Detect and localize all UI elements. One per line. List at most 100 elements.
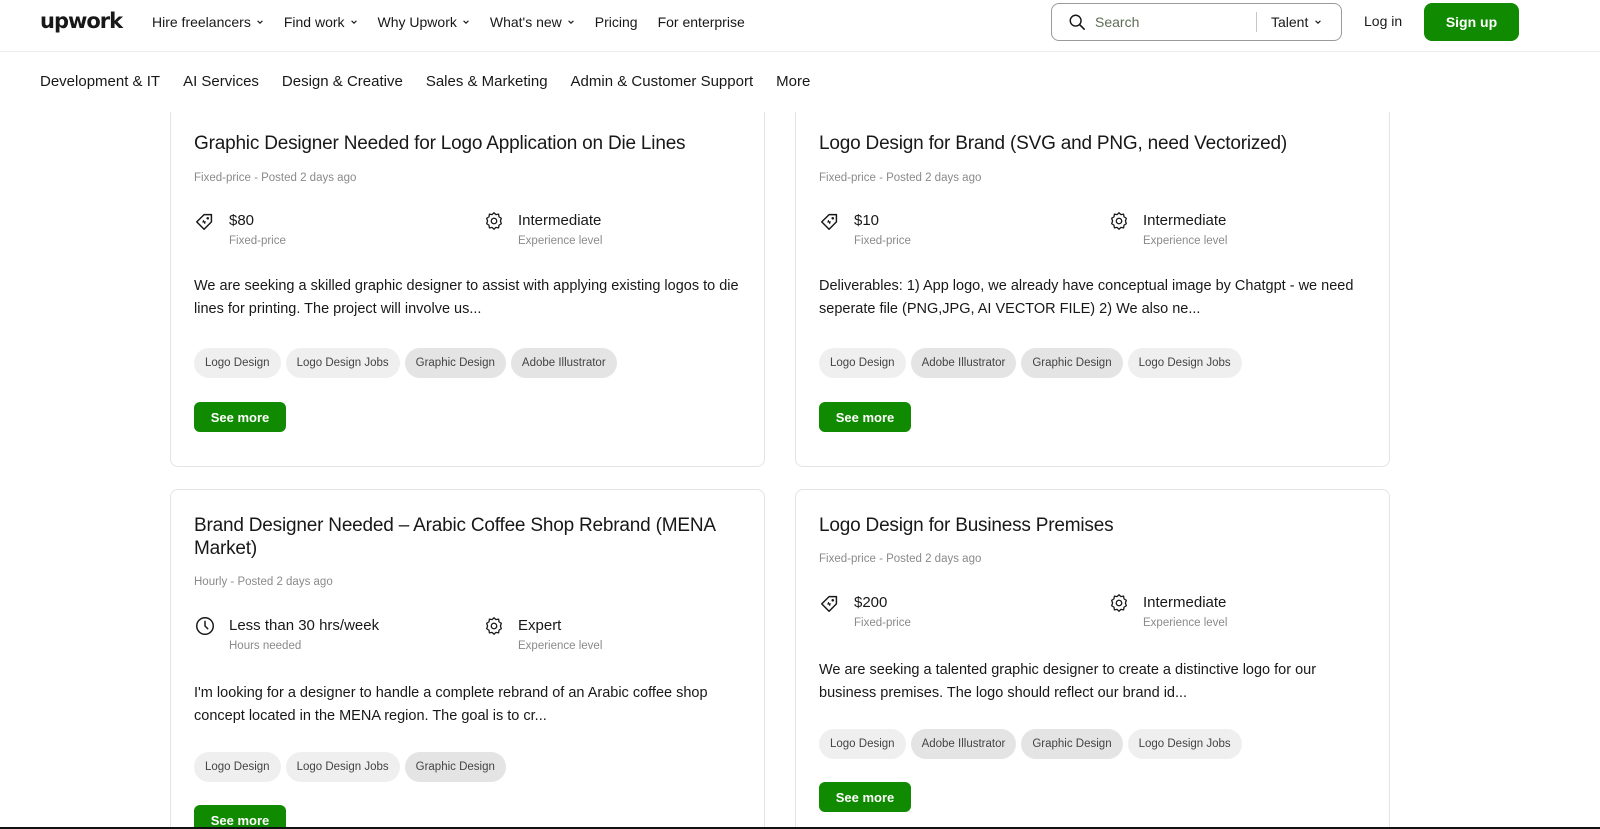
nav-for-enterprise[interactable]: For enterprise: [658, 14, 745, 30]
job-budget: $80 Fixed-price: [194, 212, 286, 247]
experience-level-icon: [1111, 594, 1127, 612]
nav-why-upwork[interactable]: Why Upwork: [378, 14, 470, 30]
see-more-button[interactable]: See more: [194, 402, 286, 432]
budget-label: Fixed-price: [854, 235, 911, 247]
budget-value: $80: [229, 212, 255, 229]
upwork-logo[interactable]: upwork: [40, 9, 123, 33]
skill-tag[interactable]: Logo Design: [819, 348, 906, 378]
job-experience: Intermediate Experience level: [1108, 594, 1227, 629]
category-ai-services[interactable]: AI Services: [183, 73, 259, 90]
job-posted: Fixed-price - Posted 2 days ago: [194, 172, 357, 184]
job-card[interactable]: Logo Design for Business Premises Fixed-…: [795, 489, 1390, 829]
experience-label: Experience level: [1143, 235, 1228, 247]
experience-value: Intermediate: [1143, 212, 1227, 229]
experience-value: Expert: [518, 617, 562, 634]
skill-tag[interactable]: Adobe Illustrator: [910, 729, 1017, 759]
signup-button[interactable]: Sign up: [1424, 3, 1519, 41]
experience-level-icon: [1111, 212, 1127, 230]
see-more-button[interactable]: See more: [819, 402, 911, 432]
search-input[interactable]: [1095, 14, 1255, 30]
experience-value: Intermediate: [1143, 594, 1227, 611]
skill-tags: Logo Design Adobe Illustrator Graphic De…: [819, 729, 1242, 759]
skill-tags: Logo Design Logo Design Jobs Graphic Des…: [194, 348, 617, 378]
hours-label: Hours needed: [229, 640, 302, 652]
nav-find-work[interactable]: Find work: [284, 14, 358, 30]
nav-label: Find work: [283, 14, 345, 30]
nav-label: Pricing: [594, 14, 638, 30]
search-divider: [1256, 12, 1257, 32]
login-link[interactable]: Log in: [1364, 13, 1402, 29]
category-admin-support[interactable]: Admin & Customer Support: [571, 73, 754, 90]
skill-tag[interactable]: Adobe Illustrator: [910, 348, 1017, 378]
job-description: We are seeking a skilled graphic designe…: [194, 278, 739, 317]
see-more-button[interactable]: See more: [194, 805, 286, 829]
nav-pricing[interactable]: Pricing: [595, 14, 638, 30]
see-more-button[interactable]: See more: [819, 782, 911, 812]
job-experience: Intermediate Experience level: [1108, 212, 1227, 247]
experience-label: Experience level: [518, 640, 603, 652]
price-tag-icon: [196, 213, 213, 230]
search-bar: Talent: [1051, 3, 1342, 41]
category-development-it[interactable]: Development & IT: [40, 73, 160, 90]
skill-tag[interactable]: Logo Design: [819, 729, 906, 759]
skill-tag[interactable]: Logo Design: [194, 348, 281, 378]
skill-tag[interactable]: Logo Design Jobs: [285, 348, 400, 378]
experience-level-icon: [486, 617, 502, 635]
category-design-creative[interactable]: Design & Creative: [282, 73, 403, 90]
chevron-down-icon: [568, 20, 574, 24]
skill-tag[interactable]: Adobe Illustrator: [510, 348, 617, 378]
skill-tag[interactable]: Graphic Design: [404, 348, 506, 378]
job-experience: Expert Experience level: [483, 617, 602, 652]
job-title[interactable]: Logo Design for Brand (SVG and PNG, need…: [819, 132, 1364, 155]
job-title[interactable]: Graphic Designer Needed for Logo Applica…: [194, 132, 739, 155]
budget-value: $200: [854, 594, 888, 611]
budget-label: Fixed-price: [229, 235, 286, 247]
job-description: Deliverables: 1) App logo, we already ha…: [819, 278, 1354, 317]
job-card[interactable]: Graphic Designer Needed for Logo Applica…: [170, 100, 765, 467]
hours-value: Less than 30 hrs/week: [229, 617, 380, 634]
job-card[interactable]: Logo Design for Brand (SVG and PNG, need…: [795, 100, 1390, 467]
chevron-down-icon: [257, 20, 263, 24]
skill-tag[interactable]: Graphic Design: [1021, 348, 1123, 378]
job-posted: Hourly - Posted 2 days ago: [194, 576, 333, 588]
price-tag-icon: [821, 213, 838, 230]
job-posted: Fixed-price - Posted 2 days ago: [819, 553, 982, 565]
skill-tags: Logo Design Logo Design Jobs Graphic Des…: [194, 752, 506, 782]
search-scope-dropdown[interactable]: Talent: [1271, 14, 1322, 30]
job-budget: $10 Fixed-price: [819, 212, 911, 247]
nav-hire-freelancers[interactable]: Hire freelancers: [152, 14, 264, 30]
top-header: upwork Hire freelancers Find work Why Up…: [0, 0, 1600, 52]
price-tag-icon: [821, 595, 838, 612]
experience-value: Intermediate: [518, 212, 602, 229]
job-title[interactable]: Logo Design for Business Premises: [819, 514, 1364, 537]
skill-tag[interactable]: Graphic Design: [404, 752, 506, 782]
skill-tag[interactable]: Logo Design Jobs: [1127, 348, 1242, 378]
nav-whats-new[interactable]: What's new: [490, 14, 575, 30]
nav-label: Why Upwork: [377, 14, 457, 30]
skill-tag[interactable]: Graphic Design: [1021, 729, 1123, 759]
job-description: We are seeking a talented graphic design…: [819, 662, 1317, 701]
budget-value: $10: [854, 212, 880, 229]
experience-label: Experience level: [518, 235, 603, 247]
job-card[interactable]: Brand Designer Needed – Arabic Coffee Sh…: [170, 489, 765, 829]
skill-tag[interactable]: Logo Design: [194, 752, 281, 782]
job-experience: Intermediate Experience level: [483, 212, 602, 247]
search-scope-label: Talent: [1271, 14, 1309, 30]
job-title[interactable]: Brand Designer Needed – Arabic Coffee Sh…: [194, 514, 739, 560]
nav-label: What's new: [489, 14, 562, 30]
search-icon[interactable]: [1068, 13, 1086, 31]
category-more[interactable]: More: [776, 73, 810, 90]
category-sales-marketing[interactable]: Sales & Marketing: [426, 73, 548, 90]
job-description: I'm looking for a designer to handle a c…: [194, 685, 708, 724]
chevron-down-icon: [1315, 20, 1322, 24]
nav-label: For enterprise: [657, 14, 745, 30]
job-posted: Fixed-price - Posted 2 days ago: [819, 172, 982, 184]
job-hours: Less than 30 hrs/week Hours needed: [194, 617, 379, 652]
nav-label: Hire freelancers: [152, 14, 251, 30]
chevron-down-icon: [463, 20, 469, 24]
skill-tag[interactable]: Logo Design Jobs: [1127, 729, 1242, 759]
skill-tag[interactable]: Logo Design Jobs: [285, 752, 400, 782]
clock-icon: [196, 617, 214, 635]
main-nav: Hire freelancers Find work Why Upwork Wh…: [152, 0, 745, 44]
skill-tags: Logo Design Adobe Illustrator Graphic De…: [819, 348, 1242, 378]
